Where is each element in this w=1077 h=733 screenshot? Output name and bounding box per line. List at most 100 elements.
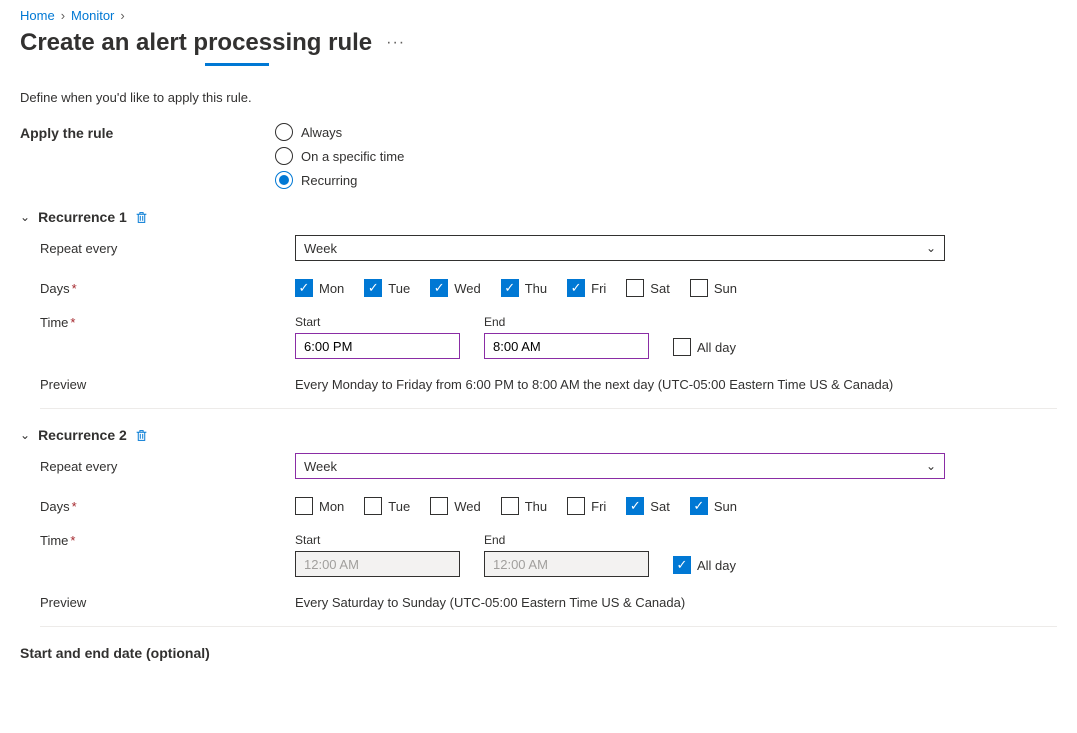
chevron-down-icon: ⌄ [926,241,936,255]
dropdown-value: Week [304,241,337,256]
preview-label: Preview [40,595,295,610]
recurrence-1-section: ⌄ Recurrence 1 Repeat every Week ⌄ Days*… [20,209,1057,409]
day-checkbox-sat[interactable]: Sat [626,279,670,297]
day-checkbox-thu[interactable]: Thu [501,497,547,515]
day-checkbox-sat[interactable]: ✓ Sat [626,497,670,515]
day-checkbox-fri[interactable]: Fri [567,497,606,515]
time-label: Time* [40,315,295,330]
recurrence-title: Recurrence 2 [38,427,127,443]
recurrence-title: Recurrence 1 [38,209,127,225]
preview-text: Every Saturday to Sunday (UTC-05:00 East… [295,595,685,610]
repeat-every-dropdown[interactable]: Week ⌄ [295,453,945,479]
start-time-input [295,551,460,577]
checkbox-icon [501,497,519,515]
checkbox-icon [364,497,382,515]
radio-label: Always [301,125,342,140]
checkbox-icon: ✓ [626,497,644,515]
apply-rule-radio-group: Always On a specific time Recurring [275,123,404,189]
radio-recurring[interactable]: Recurring [275,171,404,189]
day-label: Thu [525,499,547,514]
day-label: Fri [591,499,606,514]
active-tab-indicator [205,63,269,66]
delete-icon[interactable] [135,211,148,224]
day-checkbox-wed[interactable]: ✓Wed [430,279,481,297]
days-label: Days* [40,281,295,296]
checkbox-icon: ✓ [690,497,708,515]
more-button[interactable]: ··· [382,30,409,56]
apply-rule-label: Apply the rule [20,123,275,141]
breadcrumb-monitor[interactable]: Monitor [71,8,114,23]
all-day-label: All day [697,558,736,573]
divider [40,626,1057,627]
day-checkbox-mon[interactable]: Mon [295,497,344,515]
preview-label: Preview [40,377,295,392]
checkbox-icon: ✓ [673,556,691,574]
radio-specific-time[interactable]: On a specific time [275,147,404,165]
start-label: Start [295,533,460,547]
day-checkbox-fri[interactable]: ✓ Fri [567,279,606,297]
delete-icon[interactable] [135,429,148,442]
radio-label: Recurring [301,173,357,188]
day-checkbox-tue[interactable]: ✓ Tue [364,279,410,297]
repeat-every-label: Repeat every [40,459,295,474]
day-label: Mon [319,281,344,296]
chevron-right-icon: › [61,8,65,23]
divider [40,408,1057,409]
end-label: End [484,315,649,329]
repeat-every-dropdown[interactable]: Week ⌄ [295,235,945,261]
chevron-down-icon: ⌄ [20,210,30,224]
day-label: Tue [388,281,410,296]
page-title: Create an alert processing rule [20,29,372,57]
checkbox-icon [673,338,691,356]
day-label: Fri [591,281,606,296]
recurrence-2-section: ⌄ Recurrence 2 Repeat every Week ⌄ Days*… [20,427,1057,627]
radio-label: On a specific time [301,149,404,164]
day-label: Sun [714,281,737,296]
start-label: Start [295,315,460,329]
checkbox-icon [430,497,448,515]
preview-text: Every Monday to Friday from 6:00 PM to 8… [295,377,893,392]
day-label: Wed [454,499,481,514]
radio-icon [275,147,293,165]
end-time-input[interactable] [484,333,649,359]
day-checkbox-sun[interactable]: ✓ Sun [690,497,737,515]
day-checkbox-thu[interactable]: ✓ Thu [501,279,547,297]
checkbox-icon: ✓ [567,279,585,297]
chevron-down-icon: ⌄ [926,459,936,473]
chevron-down-icon: ⌄ [20,428,30,442]
all-day-label: All day [697,340,736,355]
day-label: Sat [650,281,670,296]
checkbox-icon: ✓ [501,279,519,297]
all-day-checkbox[interactable]: All day [673,338,736,356]
day-label: Sat [650,499,670,514]
day-label: Thu [525,281,547,296]
recurrence-2-header[interactable]: ⌄ Recurrence 2 [20,427,1057,443]
day-checkbox-sun[interactable]: Sun [690,279,737,297]
checkbox-icon: ✓ [364,279,382,297]
days-label: Days* [40,499,295,514]
start-end-date-section-title: Start and end date (optional) [20,645,1057,661]
end-label: End [484,533,649,547]
day-label: Mon [319,499,344,514]
radio-icon [275,123,293,141]
recurrence-1-header[interactable]: ⌄ Recurrence 1 [20,209,1057,225]
day-checkbox-wed[interactable]: Wed [430,497,481,515]
checkbox-icon: ✓ [430,279,448,297]
day-checkbox-tue[interactable]: Tue [364,497,410,515]
days-selector: ✓Mon✓Tue✓Wed✓Thu✓FriSatSun [295,279,737,297]
checkbox-icon [567,497,585,515]
days-selector: Mon Tue Wed Thu Fri ✓ Sat ✓ Sun [295,497,737,515]
checkbox-icon [295,497,313,515]
start-time-input[interactable] [295,333,460,359]
day-label: Sun [714,499,737,514]
checkbox-icon [690,279,708,297]
radio-always[interactable]: Always [275,123,404,141]
dropdown-value: Week [304,459,337,474]
day-checkbox-mon[interactable]: ✓Mon [295,279,344,297]
all-day-checkbox[interactable]: ✓ All day [673,556,736,574]
day-label: Tue [388,499,410,514]
chevron-right-icon: › [120,8,124,23]
breadcrumb-home[interactable]: Home [20,8,55,23]
checkbox-icon [626,279,644,297]
radio-icon [275,171,293,189]
